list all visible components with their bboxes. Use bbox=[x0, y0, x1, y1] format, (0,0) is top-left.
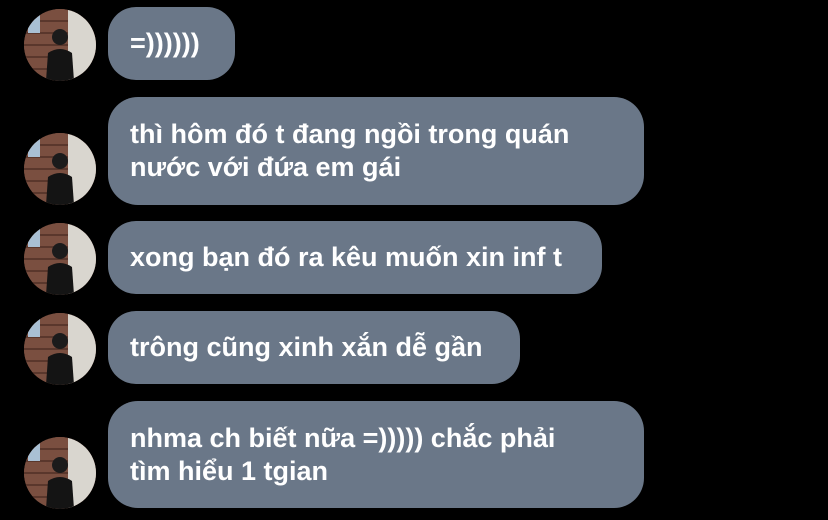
message-bubble[interactable]: =)))))) bbox=[108, 7, 235, 80]
avatar[interactable] bbox=[24, 133, 96, 205]
message-bubble[interactable]: trông cũng xinh xắn dễ gần bbox=[108, 311, 520, 384]
message-bubble[interactable]: nhma ch biết nữa =))))) chắc phải tìm hi… bbox=[108, 401, 644, 508]
avatar[interactable] bbox=[24, 437, 96, 509]
avatar-photo-icon bbox=[24, 223, 96, 295]
avatar-photo-icon bbox=[24, 133, 96, 205]
avatar-photo-icon bbox=[24, 437, 96, 509]
avatar-photo-icon bbox=[24, 313, 96, 385]
avatar[interactable] bbox=[24, 313, 96, 385]
avatar[interactable] bbox=[24, 9, 96, 81]
message-bubble[interactable]: xong bạn đó ra kêu muốn xin inf t bbox=[108, 221, 602, 294]
avatar-photo-icon bbox=[24, 9, 96, 81]
message-bubble[interactable]: thì hôm đó t đang ngồi trong quán nước v… bbox=[108, 97, 644, 205]
chat-thread: =)))))) thì hôm đó t đang ngồi trong quá… bbox=[0, 0, 828, 520]
avatar[interactable] bbox=[24, 223, 96, 295]
